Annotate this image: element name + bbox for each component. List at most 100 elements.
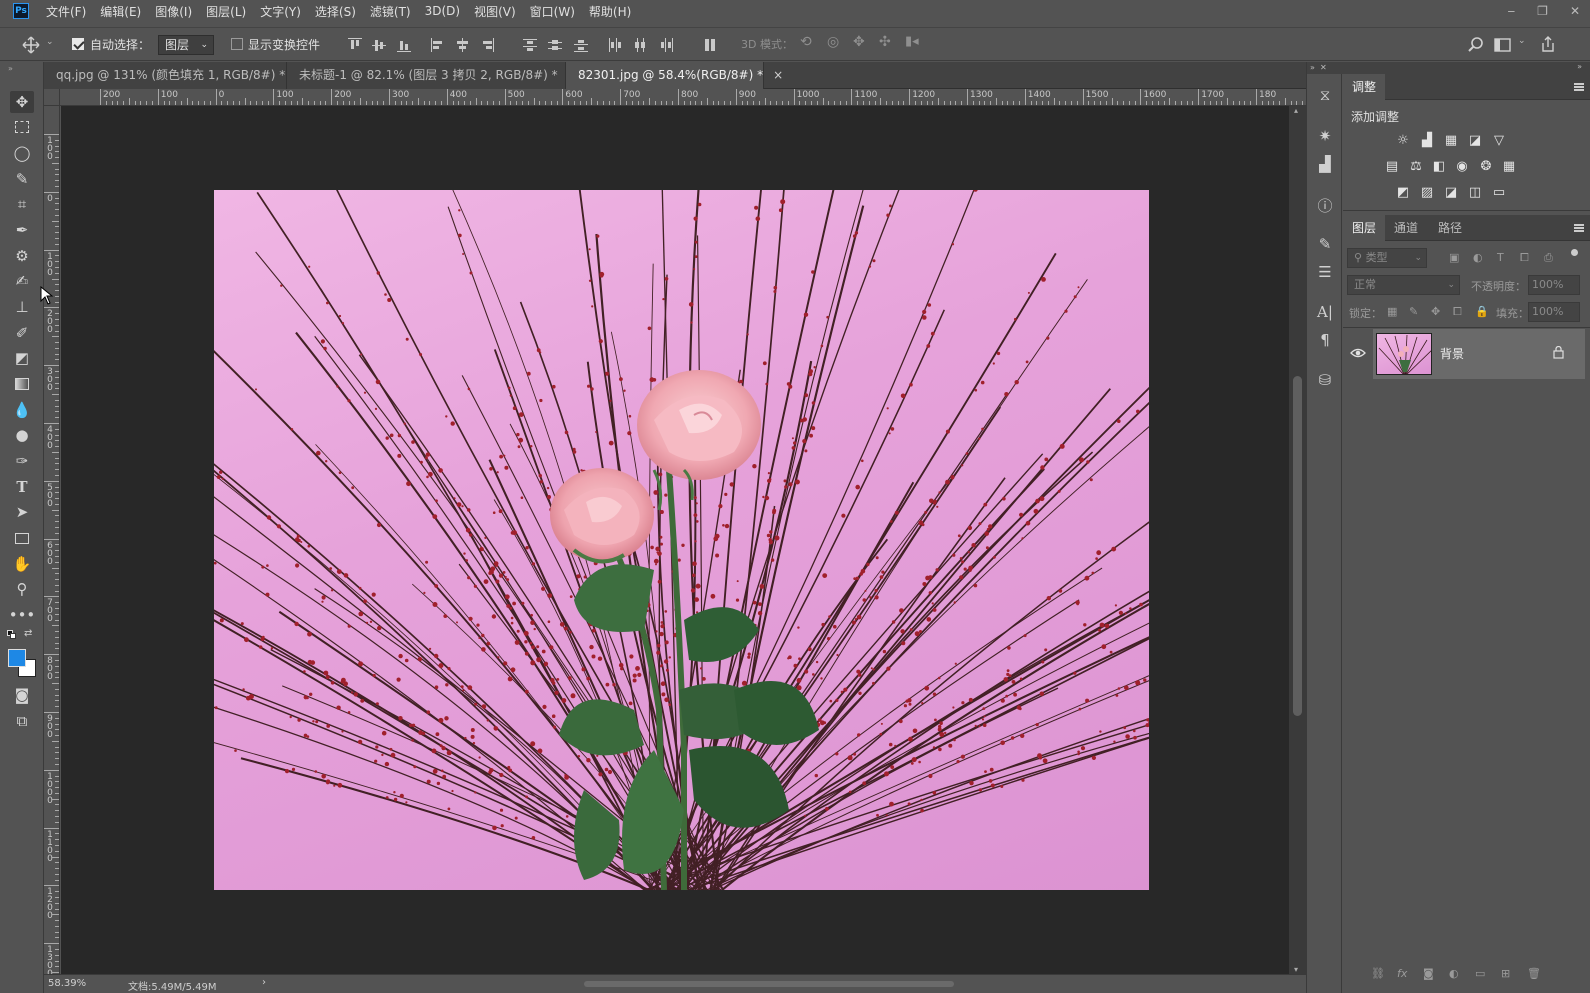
swap-colors-icon[interactable]: ⇄ <box>24 628 32 639</box>
threshold-icon[interactable]: ◪ <box>1443 185 1459 200</box>
align-vcenter-icon[interactable] <box>372 38 386 52</box>
auto-select-target-dropdown[interactable]: 图层 ⌄ <box>158 35 214 55</box>
document-image[interactable] <box>214 190 1149 890</box>
marquee-tool-icon[interactable] <box>10 116 34 138</box>
exposure-icon[interactable]: ◪ <box>1467 133 1483 148</box>
curves-icon[interactable]: ▦ <box>1443 133 1459 148</box>
distribute-bottom-icon[interactable] <box>574 38 588 52</box>
black-white-icon[interactable]: ◧ <box>1431 159 1447 174</box>
lock-position-icon[interactable]: ✥ <box>1431 305 1440 318</box>
menu-view[interactable]: 视图(V) <box>474 3 516 20</box>
new-group-icon[interactable]: ▭ <box>1475 967 1485 980</box>
crop-tool-icon[interactable]: ⌗ <box>10 193 34 215</box>
auto-select-checkbox[interactable] <box>72 38 84 50</box>
new-adjustment-layer-icon[interactable]: ◐ <box>1449 967 1459 980</box>
move-tool-icon[interactable]: ✥ <box>10 91 34 113</box>
lasso-tool-icon[interactable]: ◯ <box>10 142 34 164</box>
dock-header[interactable]: » ✕ <box>1307 62 1343 74</box>
levels-icon[interactable]: ▟ <box>1419 133 1435 148</box>
menu-type[interactable]: 文字(Y) <box>260 3 301 20</box>
menu-select[interactable]: 选择(S) <box>315 3 356 20</box>
tab-close-icon[interactable]: × <box>773 68 783 82</box>
filter-type-icon[interactable]: T <box>1497 251 1504 264</box>
vertical-scrollbar[interactable]: ▴ ▾ <box>1289 106 1306 974</box>
gradient-map-icon[interactable]: ▭ <box>1491 185 1507 200</box>
vibrance-icon[interactable]: ▽ <box>1491 133 1507 148</box>
panel-menu-icon[interactable] <box>1574 224 1584 232</box>
histogram-panel-icon[interactable]: ▟ <box>1315 154 1335 174</box>
chevron-down-icon[interactable]: ⌄ <box>46 37 54 47</box>
eyedropper-tool-icon[interactable]: ✒ <box>10 219 34 241</box>
hue-icon[interactable]: ▤ <box>1384 159 1400 174</box>
share-icon[interactable] <box>1540 35 1556 53</box>
screen-mode-icon[interactable]: ⧉ <box>10 710 34 732</box>
horizontal-scrollbar-thumb[interactable] <box>584 981 954 987</box>
opacity-field[interactable]: 100% <box>1528 275 1580 295</box>
align-left-icon[interactable] <box>431 38 445 52</box>
horizontal-ruler[interactable]: 200 100 0 100 200 300 400 500 600 700 800 900 1000 11… <box>60 89 1306 106</box>
menu-edit[interactable]: 编辑(E) <box>100 3 141 20</box>
ruler-origin[interactable] <box>44 89 60 106</box>
align-top-icon[interactable] <box>348 38 362 52</box>
tab-adjustments[interactable]: 调整 <box>1343 74 1386 100</box>
character-panel-icon[interactable]: A| <box>1315 302 1335 322</box>
channel-mixer-icon[interactable]: ❂ <box>1478 159 1494 174</box>
align-bottom-icon[interactable] <box>397 38 411 52</box>
delete-layer-icon[interactable]: 🗑 <box>1527 967 1541 980</box>
lock-artboard-icon[interactable]: ⧠ <box>1453 305 1462 319</box>
menu-image[interactable]: 图像(I) <box>155 3 192 20</box>
menu-help[interactable]: 帮助(H) <box>589 3 631 20</box>
color-balance-icon[interactable]: ⚖ <box>1408 159 1424 174</box>
blur-tool-icon[interactable]: 💧 <box>10 399 34 421</box>
history-brush-tool-icon[interactable]: ✐ <box>10 322 34 344</box>
layer-style-fx-icon[interactable]: fx <box>1397 967 1407 980</box>
filter-smart-object-icon[interactable]: ⎙ <box>1544 251 1553 265</box>
tab-layers[interactable]: 图层 <box>1343 215 1386 241</box>
default-colors-icon[interactable] <box>7 630 17 639</box>
distribute-right-icon[interactable] <box>659 38 673 52</box>
photo-filter-icon[interactable]: ◉ <box>1454 159 1470 174</box>
tab-untitled-1[interactable]: 未标题-1 @ 82.1% (图层 3 拷贝 2, RGB/8#) *× <box>287 62 578 89</box>
layer-row-background[interactable]: 背景 <box>1373 329 1585 379</box>
collapse-icon[interactable]: » <box>1577 62 1582 71</box>
tab-paths[interactable]: 路径 <box>1429 215 1471 241</box>
zoom-tool-icon[interactable]: ⚲ <box>10 578 34 600</box>
scroll-down-icon[interactable]: ▾ <box>1294 965 1298 974</box>
align-right-icon[interactable] <box>480 38 494 52</box>
minimize-button[interactable]: ‒ <box>1508 4 1516 18</box>
filter-shape-icon[interactable]: ⧠ <box>1520 251 1529 265</box>
tab-82301[interactable]: 82301.jpg @ 58.4%(RGB/8#) * × <box>566 62 783 89</box>
3d-scale-icon[interactable]: ▮◂ <box>905 34 919 49</box>
new-layer-icon[interactable]: ⊞ <box>1501 967 1510 980</box>
properties-panel-icon[interactable]: ☰ <box>1315 262 1335 282</box>
align-hcenter-icon[interactable] <box>455 38 469 52</box>
menu-filter[interactable]: 滤镜(T) <box>370 3 411 20</box>
navigator-panel-icon[interactable]: ✷ <box>1315 126 1335 146</box>
brightness-icon[interactable]: ☼ <box>1395 133 1411 148</box>
show-transform-checkbox[interactable] <box>231 38 243 50</box>
eraser-tool-icon[interactable]: ◩ <box>10 347 34 369</box>
fill-field[interactable]: 100% <box>1528 302 1580 322</box>
paragraph-panel-icon[interactable]: ¶ <box>1315 330 1335 350</box>
auto-align-icon[interactable] <box>703 38 717 52</box>
info-panel-icon[interactable]: ⓘ <box>1315 195 1335 215</box>
scroll-up-icon[interactable]: ▴ <box>1294 106 1298 115</box>
posterize-icon[interactable]: ▨ <box>1419 185 1435 200</box>
libraries-panel-icon[interactable]: ⛁ <box>1315 370 1335 390</box>
rectangle-tool-icon[interactable] <box>10 527 34 549</box>
clone-stamp-tool-icon[interactable]: ⊥ <box>10 296 34 318</box>
menu-3d[interactable]: 3D(D) <box>425 4 460 18</box>
menu-layer[interactable]: 图层(L) <box>206 3 246 20</box>
menu-window[interactable]: 窗口(W) <box>530 3 575 20</box>
lock-transparent-icon[interactable]: ▦ <box>1387 305 1397 318</box>
invert-icon[interactable]: ◩ <box>1395 185 1411 200</box>
brush-tool-icon[interactable]: ✍ <box>10 270 34 292</box>
menu-file[interactable]: 文件(F) <box>46 3 86 20</box>
distribute-hcenter-icon[interactable] <box>633 38 647 52</box>
3d-slide-icon[interactable]: ✣ <box>879 34 891 50</box>
lock-all-icon[interactable]: 🔒 <box>1475 305 1489 318</box>
3d-rotate-icon[interactable]: ⟲ <box>800 34 812 50</box>
layer-name[interactable]: 背景 <box>1440 345 1464 362</box>
close-button[interactable]: ✕ <box>1570 4 1580 18</box>
3d-roll-icon[interactable]: ◎ <box>827 34 839 50</box>
